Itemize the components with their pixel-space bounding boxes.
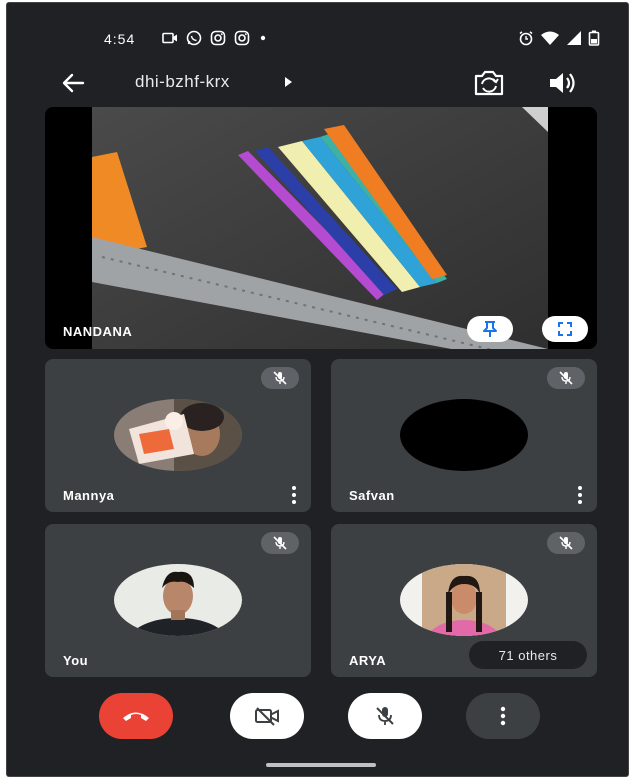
instagram-icon: [210, 30, 226, 46]
fullscreen-icon: [558, 322, 572, 336]
battery-icon: [588, 30, 600, 46]
status-notification-icons: [162, 30, 268, 46]
dot-icon: [260, 35, 266, 41]
video-camera-icon: [162, 32, 177, 44]
mic-off-icon: [559, 536, 573, 550]
instagram-icon: [234, 30, 250, 46]
avatar: [114, 399, 242, 471]
end-call-button[interactable]: [99, 693, 173, 739]
mic-off-icon: [273, 536, 287, 550]
end-call-icon: [123, 712, 149, 721]
main-participant-name: NANDANA: [63, 324, 133, 339]
more-vert-icon[interactable]: [575, 486, 585, 504]
pin-button[interactable]: [467, 316, 513, 342]
avatar: [114, 564, 242, 636]
home-indicator[interactable]: [266, 763, 376, 767]
more-vert-icon[interactable]: [289, 486, 299, 504]
mute-badge: [547, 367, 585, 389]
caret-right-icon[interactable]: [283, 76, 293, 88]
participant-video: [92, 107, 548, 349]
status-system-icons: [518, 30, 600, 46]
mute-badge: [261, 532, 299, 554]
status-bar: 4:54: [7, 25, 628, 51]
pin-icon: [483, 321, 497, 337]
camera-off-icon: [255, 707, 279, 726]
avatar: [400, 564, 528, 636]
mute-badge: [547, 532, 585, 554]
phone-screen: 4:54 dhi-bzhf-krx NANDANA Mannya Safvan …: [7, 3, 628, 776]
back-arrow-icon[interactable]: [59, 69, 87, 97]
mute-badge: [261, 367, 299, 389]
meeting-code[interactable]: dhi-bzhf-krx: [135, 72, 230, 92]
alarm-icon: [519, 31, 533, 46]
avatar: [400, 399, 528, 471]
mic-toggle-button[interactable]: [348, 693, 422, 739]
participant-tile-arya[interactable]: ARYA 71 others: [331, 524, 597, 677]
wifi-icon: [541, 31, 559, 45]
mic-off-icon: [273, 371, 287, 385]
fullscreen-button[interactable]: [542, 316, 588, 342]
camera-switch-icon[interactable]: [471, 68, 507, 98]
more-vert-icon: [500, 706, 506, 726]
camera-toggle-button[interactable]: [230, 693, 304, 739]
main-video-tile[interactable]: NANDANA: [45, 107, 597, 349]
video-feed-graphic: [92, 107, 548, 349]
signal-icon: [567, 31, 581, 45]
participant-tile-you[interactable]: You: [45, 524, 311, 677]
participant-tile-mannya[interactable]: Mannya: [45, 359, 311, 512]
app-bar: dhi-bzhf-krx: [7, 65, 628, 101]
participant-tile-safvan[interactable]: Safvan: [331, 359, 597, 512]
others-count-chip[interactable]: 71 others: [469, 641, 587, 669]
participant-name: Safvan: [349, 488, 395, 503]
speaker-icon[interactable]: [547, 70, 577, 96]
mic-off-icon: [559, 371, 573, 385]
call-controls: [7, 693, 628, 743]
more-options-button[interactable]: [466, 693, 540, 739]
participant-name: Mannya: [63, 488, 115, 503]
status-time: 4:54: [104, 31, 136, 47]
mic-off-icon: [376, 707, 394, 725]
whatsapp-icon: [186, 30, 202, 46]
participant-name: You: [63, 653, 89, 668]
participant-name: ARYA: [349, 653, 387, 668]
